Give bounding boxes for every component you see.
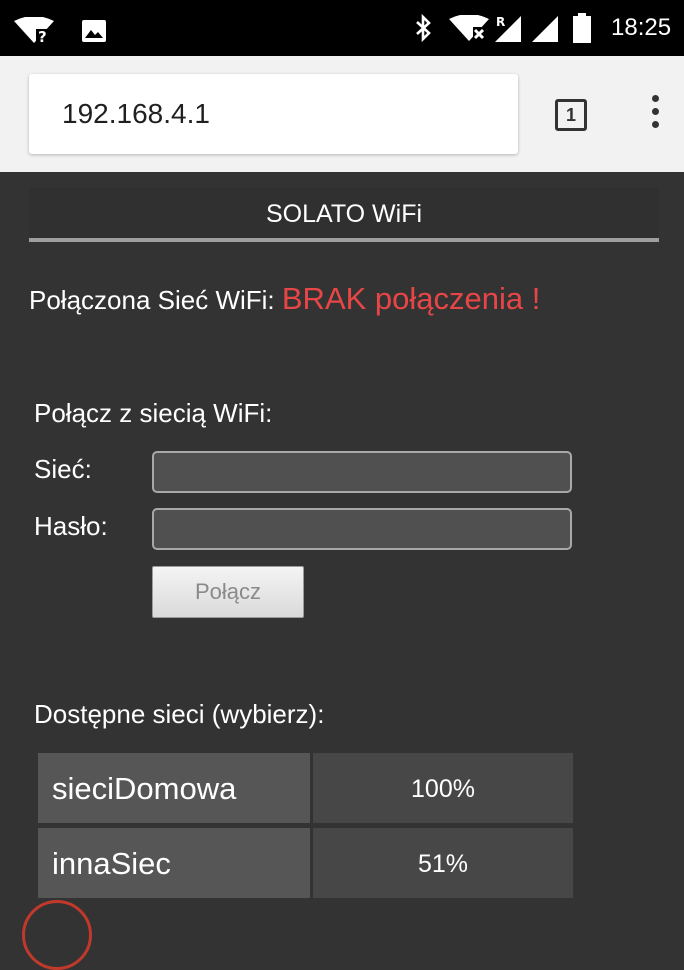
network-row[interactable]: sieciDomowa 100%	[38, 753, 573, 823]
network-signal[interactable]: 100%	[313, 753, 573, 823]
signal-icon	[530, 14, 560, 47]
network-row[interactable]: innaSiec 51%	[38, 828, 573, 898]
status-bar: ? R 18:25	[0, 0, 684, 56]
partial-circle-icon	[22, 900, 92, 970]
page-title: SOLATO WiFi	[265, 200, 423, 228]
connection-status-value: BRAK połączenia !	[281, 281, 541, 316]
connection-status-label: Połączona Sieć WiFi:	[29, 285, 282, 315]
network-name[interactable]: sieciDomowa	[38, 753, 310, 823]
wifi-no-internet-icon	[449, 14, 489, 46]
network-name[interactable]: innaSiec	[38, 828, 310, 898]
address-bar[interactable]: 192.168.4.1	[29, 74, 518, 154]
status-time: 18:25	[611, 14, 672, 41]
connect-heading: Połącz z siecią WiFi:	[34, 398, 273, 428]
svg-text:?: ?	[38, 28, 47, 43]
password-field[interactable]	[152, 508, 572, 550]
battery-icon	[573, 13, 591, 48]
wifi-question-icon: ?	[14, 16, 54, 48]
network-field-label: Sieć:	[34, 454, 92, 484]
network-signal[interactable]: 51%	[313, 828, 573, 898]
page-header: SOLATO WiFi	[29, 188, 659, 242]
signal-roaming-icon: R	[493, 14, 523, 47]
network-field[interactable]	[152, 451, 572, 493]
more-vert-icon[interactable]	[645, 95, 665, 135]
networks-heading: Dostępne sieci (wybierz):	[34, 699, 325, 729]
image-icon	[82, 20, 106, 47]
url-text[interactable]: 192.168.4.1	[62, 98, 210, 130]
browser-toolbar: 192.168.4.1 1	[0, 56, 684, 172]
signal-roaming-badge: R	[496, 15, 505, 29]
connect-button[interactable]: Połącz	[152, 566, 304, 618]
bluetooth-icon	[414, 13, 434, 47]
connection-status: Połączona Sieć WiFi: BRAK połączenia !	[29, 280, 540, 319]
password-field-label: Hasło:	[34, 511, 108, 541]
tab-switcher-button[interactable]: 1	[555, 99, 587, 131]
page-content: SOLATO WiFi Połączona Sieć WiFi: BRAK po…	[0, 172, 684, 970]
